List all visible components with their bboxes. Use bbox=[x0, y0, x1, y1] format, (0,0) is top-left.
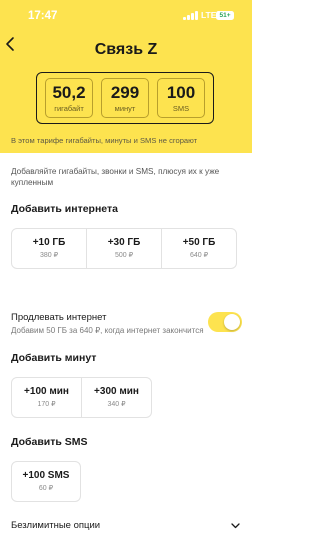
internet-option-50gb[interactable]: +50 ГБ 640 ₽ bbox=[162, 229, 236, 268]
signal-icon bbox=[183, 11, 198, 20]
option-amount: +100 SMS bbox=[22, 470, 70, 481]
sms-options: +100 SMS 60 ₽ bbox=[11, 461, 81, 502]
toggle-knob bbox=[224, 314, 240, 330]
battery-icon: 51+ bbox=[216, 11, 234, 20]
minutes-option-300[interactable]: +300 мин 340 ₽ bbox=[82, 378, 151, 417]
option-price: 380 ₽ bbox=[39, 252, 59, 259]
sms-option-100[interactable]: +100 SMS 60 ₽ bbox=[12, 462, 80, 501]
option-price: 170 ₽ bbox=[37, 401, 56, 408]
network-type: LTE bbox=[201, 10, 217, 20]
auto-extend-toggle[interactable] bbox=[208, 312, 242, 332]
balance-value: 100 bbox=[166, 83, 196, 102]
internet-options: +10 ГБ 380 ₽ +30 ГБ 500 ₽ +50 ГБ 640 ₽ bbox=[11, 228, 237, 269]
balance-sms: 100 SMS bbox=[157, 78, 205, 118]
minutes-section-title: Добавить минут bbox=[11, 352, 97, 364]
option-amount: +30 ГБ bbox=[107, 237, 141, 248]
internet-section-title: Добавить интернета bbox=[11, 203, 118, 215]
balance-panel: 50,2 гигабайт 299 минут 100 SMS bbox=[36, 72, 214, 124]
option-amount: +10 ГБ bbox=[32, 237, 66, 248]
balance-value: 299 bbox=[110, 83, 140, 102]
unlimited-options-row[interactable]: Безлимитные опции bbox=[11, 520, 100, 531]
balance-unit: минут bbox=[114, 104, 136, 113]
minutes-options: +100 мин 170 ₽ +300 мин 340 ₽ bbox=[11, 377, 152, 418]
auto-extend-description: Добавим 50 ГБ за 640 ₽, когда интернет з… bbox=[11, 326, 204, 335]
option-price: 340 ₽ bbox=[107, 401, 126, 408]
balance-gb: 50,2 гигабайт bbox=[45, 78, 93, 118]
internet-option-30gb[interactable]: +30 ГБ 500 ₽ bbox=[87, 229, 162, 268]
tariff-note: В этом тарифе гигабайты, минуты и SMS не… bbox=[11, 136, 198, 145]
option-amount: +100 мин bbox=[24, 386, 69, 397]
balance-value: 50,2 bbox=[52, 83, 86, 102]
option-amount: +300 мин bbox=[94, 386, 139, 397]
balance-unit: гигабайт bbox=[54, 104, 84, 113]
header: 17:47 LTE 51+ Связь Z 50,2 гигабайт 299 … bbox=[0, 0, 252, 153]
balance-unit: SMS bbox=[172, 104, 190, 113]
status-time: 17:47 bbox=[28, 10, 58, 22]
balance-minutes: 299 минут bbox=[101, 78, 149, 118]
auto-extend-label: Продлевать интернет bbox=[11, 312, 107, 323]
chevron-down-icon[interactable] bbox=[231, 521, 240, 530]
option-price: 500 ₽ bbox=[114, 252, 134, 259]
option-price: 640 ₽ bbox=[189, 252, 209, 259]
minutes-option-100[interactable]: +100 мин 170 ₽ bbox=[12, 378, 82, 417]
option-price: 60 ₽ bbox=[38, 485, 54, 492]
option-amount: +50 ГБ bbox=[182, 237, 216, 248]
internet-option-10gb[interactable]: +10 ГБ 380 ₽ bbox=[12, 229, 87, 268]
intro-text: Добавляйте гигабайты, звонки и SMS, плюс… bbox=[11, 167, 220, 187]
sms-section-title: Добавить SMS bbox=[11, 436, 88, 448]
status-bar: 17:47 LTE 51+ bbox=[0, 0, 252, 30]
page-title: Связь Z bbox=[94, 41, 158, 58]
